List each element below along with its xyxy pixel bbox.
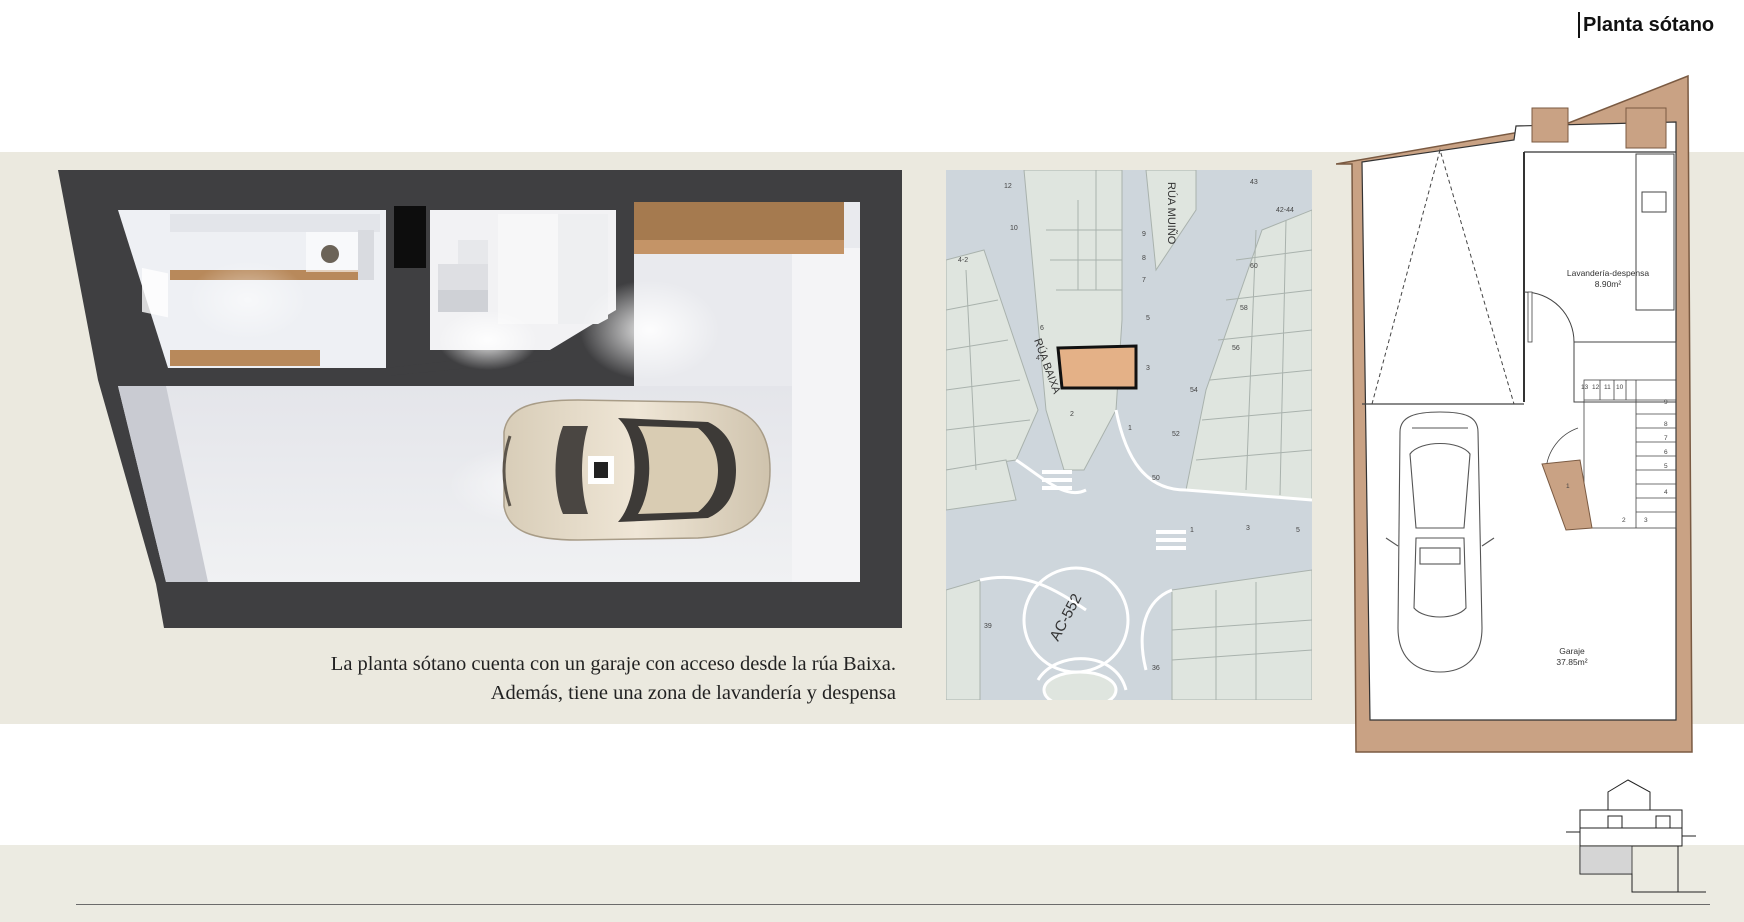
svg-text:7: 7 [1142,277,1146,284]
svg-text:4-2: 4-2 [958,257,968,264]
svg-text:60: 60 [1250,263,1258,270]
svg-text:9: 9 [1142,231,1146,238]
map-plot-highlight [1056,344,1138,390]
svg-text:3: 3 [1246,525,1250,532]
svg-text:3: 3 [1644,517,1648,524]
svg-text:9: 9 [1664,399,1668,406]
svg-text:13: 13 [1581,384,1589,391]
svg-text:7: 7 [1664,435,1668,442]
svg-text:6: 6 [1664,449,1668,456]
room-label-garage: Garaje [1559,646,1585,656]
svg-text:8: 8 [1142,255,1146,262]
svg-text:5: 5 [1296,527,1300,534]
svg-text:54: 54 [1190,387,1198,394]
svg-text:4: 4 [1664,489,1668,496]
svg-text:2: 2 [1622,517,1626,524]
location-map: RÚA MUIÑO RÚA BAIXA AC-552 12 10 9 8 7 6… [946,170,1312,700]
map-block-southeast [1171,569,1312,700]
room-label-laundry: Lavandería-despensa [1567,268,1650,278]
svg-text:39: 39 [984,623,992,630]
svg-text:12: 12 [1592,384,1600,391]
svg-text:12: 12 [1004,183,1012,190]
svg-text:36: 36 [1152,665,1160,672]
svg-text:2: 2 [1070,411,1074,418]
svg-text:5: 5 [1664,463,1668,470]
street-label-muino: RÚA MUIÑO [1165,182,1178,245]
svg-text:52: 52 [1172,431,1180,438]
car-render [502,399,771,541]
page-title: Planta sótano [1578,12,1714,38]
svg-text:10: 10 [1010,225,1018,232]
svg-text:42-44: 42-44 [1276,207,1294,214]
svg-text:1: 1 [1190,527,1194,534]
svg-text:43: 43 [1250,179,1258,186]
svg-text:6: 6 [1040,325,1044,332]
svg-text:50: 50 [1152,475,1160,482]
description-line-2: Además, tiene una zona de lavandería y d… [490,682,896,704]
footer-band [0,845,1744,922]
plan-interior [1361,121,1677,721]
floor-plan: 13 12 11 10 9 8 7 6 5 4 3 2 1 Lavandería… [1336,74,1693,753]
svg-text:11: 11 [1604,384,1611,391]
svg-text:58: 58 [1240,305,1248,312]
room-area-laundry: 8.90m² [1595,279,1622,289]
section-key-diagram [1566,779,1706,893]
svg-text:1: 1 [1566,483,1570,490]
basement-render [58,170,902,628]
svg-text:10: 10 [1616,384,1624,391]
room-area-garage: 37.85m² [1556,657,1587,667]
svg-text:8: 8 [1664,421,1668,428]
svg-text:4: 4 [1036,355,1040,362]
svg-text:1: 1 [1128,425,1132,432]
description: La planta sótano cuenta con un garaje co… [260,650,896,708]
svg-text:5: 5 [1146,315,1150,322]
description-line-1: La planta sótano cuenta con un garaje co… [330,653,896,675]
footer-line [76,904,1710,905]
svg-text:3: 3 [1146,365,1150,372]
map-block-southwest [946,579,981,700]
svg-text:56: 56 [1232,345,1240,352]
